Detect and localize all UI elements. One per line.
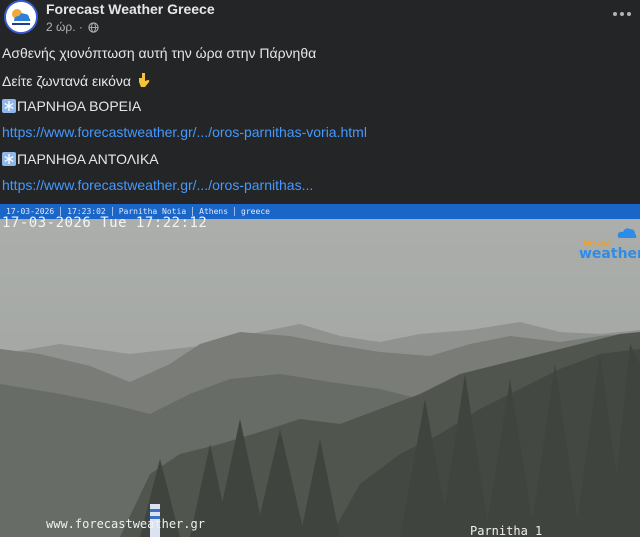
- webcam-timestamp: 17-03-2026 Tue 17:22:12: [2, 215, 208, 231]
- facebook-post: Forecast Weather Greece 2 ώρ. · Ασθενής …: [0, 0, 640, 537]
- section-2-link-row: https://www.forecastweather.gr/.../oros-…: [2, 177, 313, 193]
- cloud-icon: [617, 228, 637, 238]
- post-text-line-2-label: Δείτε ζωντανά εικόνα: [2, 73, 132, 89]
- forecast-weather-logo: forecast weather: [577, 226, 640, 262]
- more-options-icon: [613, 12, 617, 16]
- osd-country: greece: [241, 207, 270, 216]
- snowflake-icon: [2, 152, 16, 166]
- section-2-link[interactable]: https://www.forecastweather.gr/.../oros-…: [2, 177, 313, 193]
- logo-weather-text: weather: [579, 246, 640, 262]
- section-2-title-text: ΠΑΡΝΗΘΑ ΑΝΤΟΛΙΚΑ: [17, 151, 159, 167]
- mountain-landscape-image: [0, 204, 640, 537]
- page-avatar[interactable]: [4, 0, 38, 34]
- webcam-watermark: www.forecastweather.gr: [46, 517, 205, 531]
- webcam-image[interactable]: 17-03-2026 17:23:02 Parnitha Notia Athen…: [0, 204, 640, 537]
- section-1-link-row: https://www.forecastweather.gr/.../oros-…: [2, 124, 367, 140]
- section-2-title: ΠΑΡΝΗΘΑ ΑΝΤΟΛΙΚΑ: [2, 151, 159, 167]
- globe-icon[interactable]: [88, 22, 99, 33]
- pointing-down-hand-icon: [138, 73, 150, 87]
- section-1-title-text: ΠΑΡΝΗΘΑ ΒΟΡΕΙΑ: [17, 98, 142, 114]
- snowflake-icon: [2, 99, 16, 113]
- section-1-link[interactable]: https://www.forecastweather.gr/.../oros-…: [2, 124, 367, 140]
- section-1-title: ΠΑΡΝΗΘΑ ΒΟΡΕΙΑ: [2, 98, 141, 114]
- meta-separator: ·: [78, 20, 83, 34]
- post-time[interactable]: 2 ώρ.: [46, 20, 76, 34]
- more-options-button[interactable]: [606, 4, 638, 24]
- webcam-camera-label: Parnitha 1: [470, 524, 543, 537]
- post-meta: 2 ώρ. ·: [46, 20, 99, 34]
- forecast-weather-logo-icon: [6, 2, 36, 32]
- post-text-line-2: Δείτε ζωντανά εικόνα: [2, 72, 151, 89]
- page-name[interactable]: Forecast Weather Greece: [46, 1, 215, 17]
- post-text-line-1: Ασθενής χιονόπτωση αυτή την ώρα στην Πάρ…: [2, 45, 317, 61]
- post-header: Forecast Weather Greece 2 ώρ. ·: [0, 0, 640, 40]
